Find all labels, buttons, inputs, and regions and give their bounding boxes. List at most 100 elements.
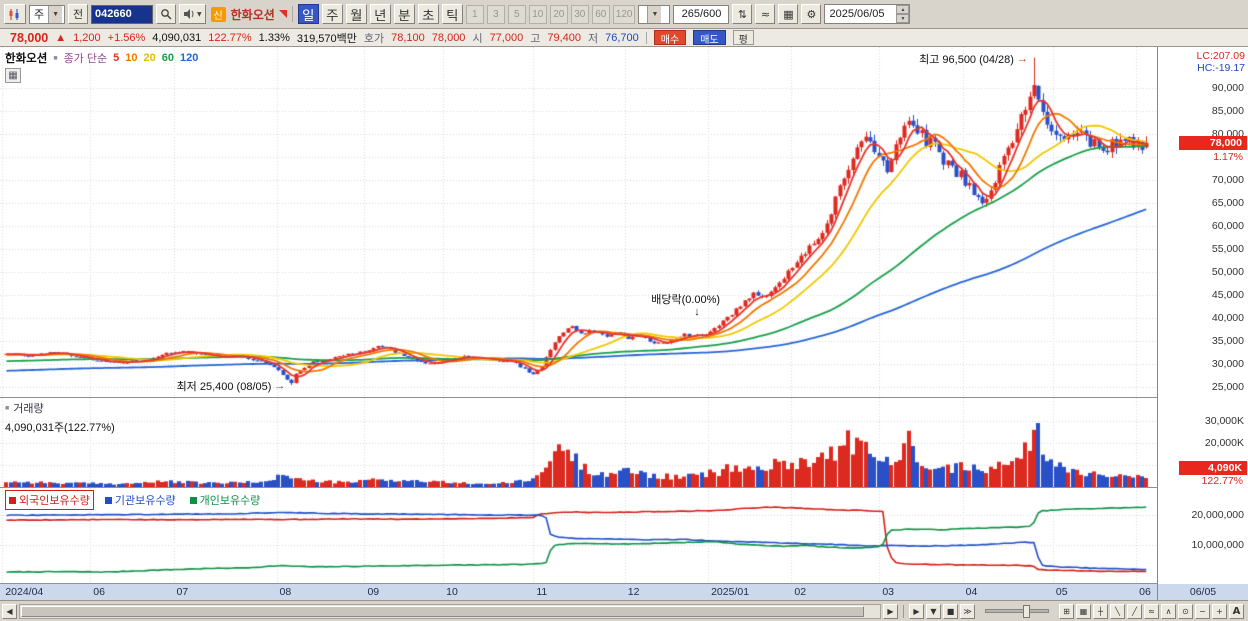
period-minute-button[interactable]: 분 bbox=[393, 4, 415, 24]
sell-button[interactable]: 매도 bbox=[693, 30, 726, 46]
price-badge-percent: 1.17% bbox=[1213, 150, 1243, 163]
custom-interval-combo[interactable]: ▼ bbox=[638, 4, 671, 24]
price-chart-panel[interactable]: 한화오션 ■ 종가 단순 5 10 20 60 120 ▦ 최고 96,500 … bbox=[0, 47, 1157, 397]
axis-label: 35,000 bbox=[1211, 334, 1244, 347]
fast-forward-icon[interactable]: ≫ bbox=[960, 603, 975, 619]
play-icon[interactable]: ▶ bbox=[909, 603, 924, 619]
zoom-in-icon[interactable]: + bbox=[1212, 603, 1227, 619]
stock-code-input[interactable] bbox=[91, 4, 153, 24]
down-icon[interactable]: ▼ bbox=[926, 603, 941, 619]
chevron-down-icon: ▼ bbox=[647, 5, 662, 23]
ownership-panel[interactable]: 외국인보유수량 기관보유수량 개인보유수량 bbox=[0, 488, 1157, 583]
interval-5-button[interactable]: 5 bbox=[507, 4, 526, 24]
chart-grid-icon[interactable]: ▦ bbox=[1076, 603, 1091, 619]
legend-chip-icon bbox=[189, 496, 197, 504]
legend-chip-icon bbox=[9, 496, 16, 504]
divider bbox=[645, 31, 647, 44]
divider bbox=[903, 604, 904, 618]
auto-scale-button[interactable]: A bbox=[1229, 603, 1244, 619]
compare-icon[interactable]: ⇅ bbox=[732, 4, 753, 24]
volume-canvas[interactable] bbox=[0, 398, 1157, 487]
crosshair-icon[interactable]: ┼ bbox=[1093, 603, 1108, 619]
x-axis-label: 2025/01 bbox=[711, 586, 750, 598]
x-axis-label: 12 bbox=[627, 586, 640, 598]
settings-gear-icon[interactable]: ⚙ bbox=[801, 4, 822, 24]
stock-type-value: 주 bbox=[34, 9, 45, 21]
date-spinner[interactable]: ▲ ▼ bbox=[896, 5, 910, 23]
legend-individual[interactable]: 개인보유수량 bbox=[187, 491, 264, 509]
zoom-slider-thumb[interactable] bbox=[1023, 605, 1031, 618]
spin-up-icon[interactable]: ▲ bbox=[896, 5, 910, 14]
date-picker[interactable]: 2025/06/05 ▲ ▼ bbox=[824, 4, 911, 24]
stop-icon[interactable]: ■ bbox=[943, 603, 958, 619]
interval-60-button[interactable]: 60 bbox=[591, 4, 610, 24]
zoom-slider[interactable] bbox=[985, 605, 1049, 618]
indicator-grid-icon[interactable]: ▦ bbox=[5, 68, 21, 83]
all-button[interactable]: 전 bbox=[68, 4, 88, 24]
interval-1-button[interactable]: 1 bbox=[465, 4, 484, 24]
mini-chart-icon[interactable] bbox=[4, 4, 26, 24]
volume-label: 거래량 bbox=[13, 403, 44, 415]
flag-icon bbox=[278, 10, 287, 18]
interval-120-button[interactable]: 120 bbox=[612, 4, 636, 24]
speaker-icon[interactable]: ▼ bbox=[179, 4, 206, 24]
open-price: 77,000 bbox=[489, 31, 524, 44]
scrollbar-thumb[interactable] bbox=[21, 605, 864, 617]
legend-stock-name: 한화오션 bbox=[5, 53, 48, 65]
legend-ma-5: 5 bbox=[113, 52, 120, 64]
wave-tool-icon[interactable]: ≈ bbox=[1144, 603, 1159, 619]
new-badge: 신 bbox=[210, 6, 226, 22]
stock-type-combo[interactable]: 주 ▼ bbox=[29, 4, 65, 24]
zigzag-tool-icon[interactable]: ∧ bbox=[1161, 603, 1176, 619]
save-icon[interactable]: ▦ bbox=[778, 4, 799, 24]
date-value: 2025/06/05 bbox=[829, 8, 885, 20]
buy-button[interactable]: 매수 bbox=[653, 30, 687, 46]
legend-institution[interactable]: 기관보유수량 bbox=[102, 491, 179, 509]
axis-label: 10,000,000 bbox=[1191, 539, 1244, 551]
open-label: 시 bbox=[472, 32, 483, 45]
h-scrollbar[interactable] bbox=[19, 603, 881, 619]
price-canvas[interactable] bbox=[0, 47, 1157, 397]
interval-20-button[interactable]: 20 bbox=[549, 4, 568, 24]
period-second-button[interactable]: 초 bbox=[417, 4, 439, 24]
change-value: 1,200 bbox=[73, 31, 101, 44]
axis-label: 70,000 bbox=[1211, 173, 1244, 186]
search-icon[interactable] bbox=[156, 4, 176, 24]
target-icon[interactable]: ⊙ bbox=[1178, 603, 1193, 619]
interval-3-button[interactable]: 3 bbox=[486, 4, 505, 24]
period-day-button[interactable]: 일 bbox=[297, 4, 319, 24]
stock-name: 한화오션 bbox=[230, 7, 275, 22]
avg-button[interactable]: 평 bbox=[732, 30, 754, 46]
period-week-button[interactable]: 주 bbox=[321, 4, 343, 24]
period-month-button[interactable]: 월 bbox=[345, 4, 367, 24]
period-year-button[interactable]: 년 bbox=[369, 4, 391, 24]
x-axis-current-date: 06/05 bbox=[1158, 584, 1248, 600]
chart-style-icon[interactable]: ≈ bbox=[755, 4, 776, 24]
period-tick-button[interactable]: 틱 bbox=[441, 4, 463, 24]
legend-chip-icon bbox=[104, 496, 112, 504]
legend-foreign[interactable]: 외국인보유수량 bbox=[5, 490, 94, 510]
low-price: 76,700 bbox=[605, 31, 639, 44]
volume-panel[interactable]: ■ 거래량 4,090,031주(122.77%) bbox=[0, 398, 1157, 487]
window-grid-icon[interactable]: ⊞ bbox=[1059, 603, 1074, 619]
scroll-right-icon[interactable]: ▶ bbox=[883, 603, 898, 619]
legend-ma-10: 10 bbox=[125, 52, 138, 64]
spin-down-icon[interactable]: ▼ bbox=[896, 14, 910, 23]
x-axis-label: 07 bbox=[176, 586, 189, 598]
x-axis: 2024/04 06 07 08 09 10 11 12 2025/01 02 03 04 05 06 bbox=[0, 583, 1157, 600]
legend-marker-icon: ■ bbox=[5, 404, 10, 412]
volume-badge-percent: 122.77% bbox=[1201, 475, 1243, 487]
trendline-down-icon[interactable]: ╲ bbox=[1110, 603, 1125, 619]
zoom-group: − + A bbox=[1195, 603, 1246, 619]
turnover-ratio: 1.33% bbox=[258, 31, 290, 44]
trendline-up-icon[interactable]: ╱ bbox=[1127, 603, 1142, 619]
trade-value: 319,570백만 bbox=[296, 32, 357, 45]
quote-bar: 78,000 ▲ 1,200 +1.56% 4,090,031 122.77% … bbox=[0, 29, 1248, 47]
low-label: 저 bbox=[588, 32, 599, 45]
zoom-out-icon[interactable]: − bbox=[1195, 603, 1210, 619]
volume-value: 4,090,031 bbox=[152, 31, 202, 44]
interval-30-button[interactable]: 30 bbox=[570, 4, 589, 24]
ask-price: 78,100 bbox=[391, 31, 425, 44]
scroll-left-icon[interactable]: ◀ bbox=[2, 603, 17, 619]
interval-10-button[interactable]: 10 bbox=[528, 4, 547, 24]
